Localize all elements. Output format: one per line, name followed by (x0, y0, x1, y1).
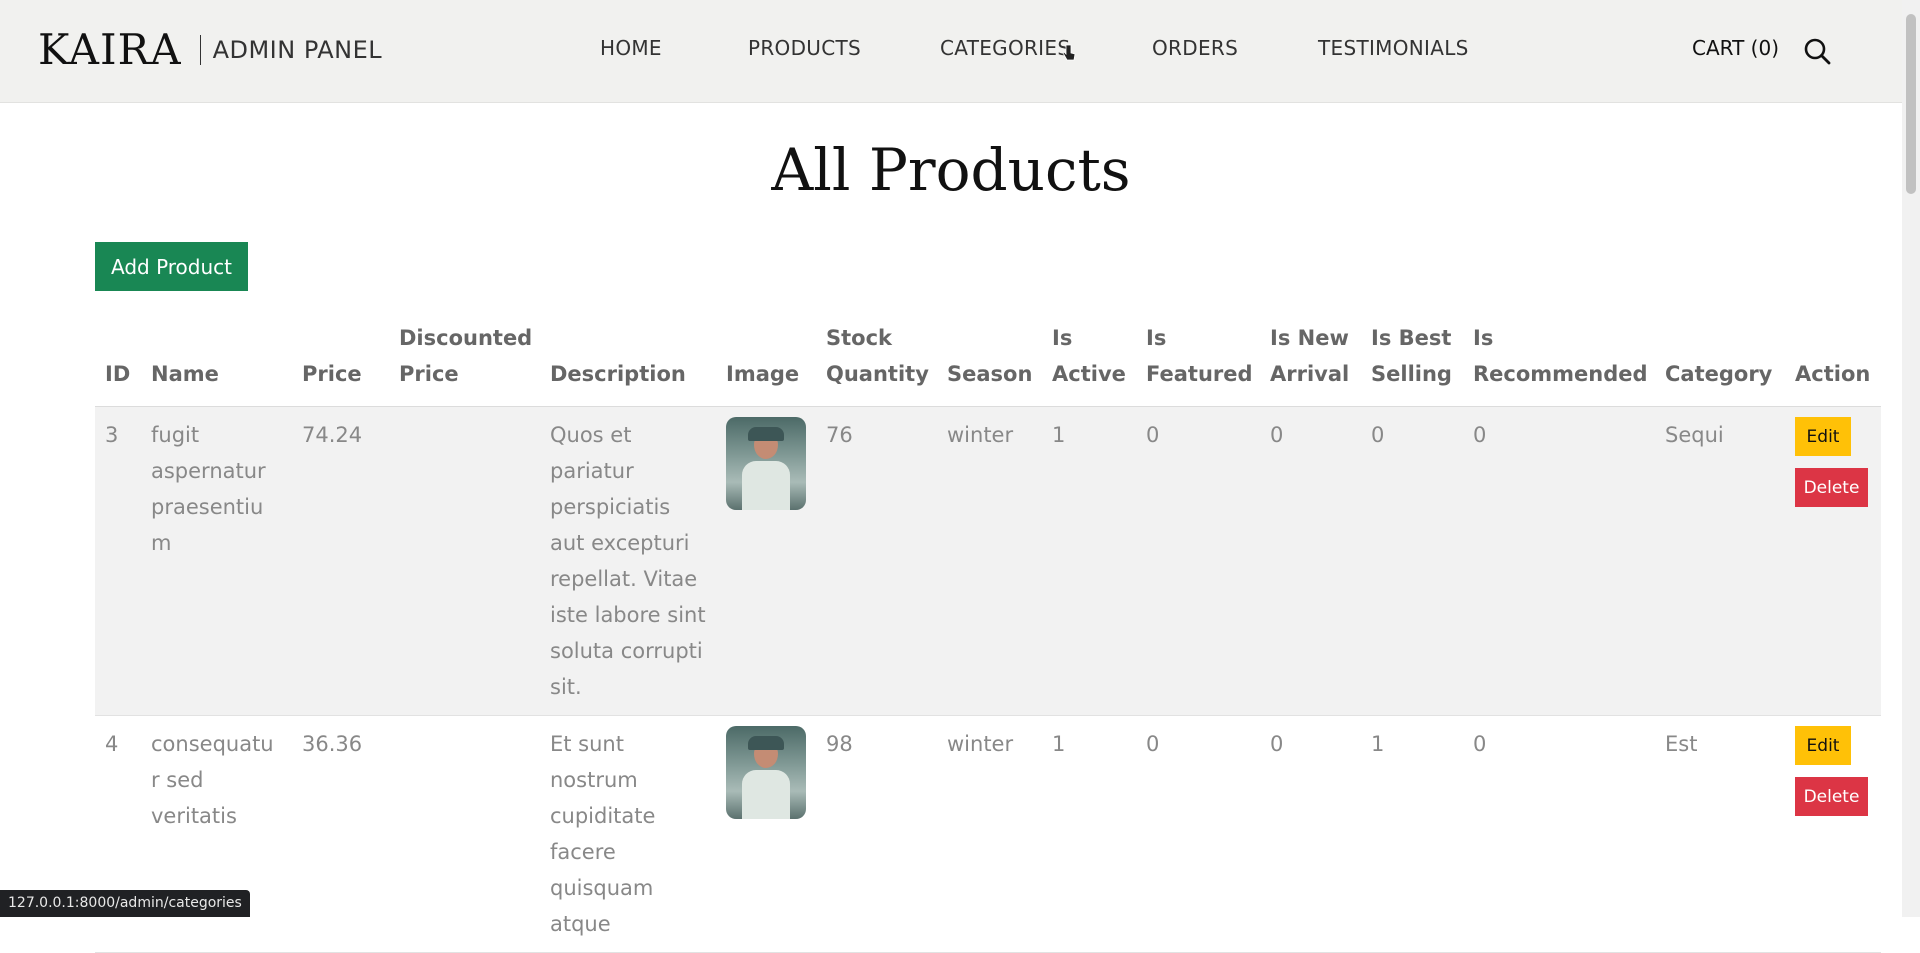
column-header: Is Recommended (1463, 320, 1655, 407)
nav-orders[interactable]: ORDERS (1152, 36, 1238, 60)
column-header: Is Best Selling (1361, 320, 1463, 407)
products-table: ID Name Price Discounted Price Descripti… (95, 320, 1881, 953)
cell-action: Edit Delete (1785, 406, 1881, 716)
delete-button[interactable]: Delete (1795, 468, 1868, 507)
cell-is-featured: 0 (1136, 406, 1260, 716)
cell-is-new-arrival: 0 (1260, 406, 1361, 716)
search-icon[interactable] (1803, 37, 1831, 65)
product-image (726, 726, 806, 819)
cell-is-active: 1 (1042, 406, 1136, 716)
cell-discounted-price (389, 406, 540, 716)
column-header: Discounted Price (389, 320, 540, 407)
column-header: Image (716, 320, 816, 407)
table-header-row: ID Name Price Discounted Price Descripti… (95, 320, 1881, 407)
column-header: Season (937, 320, 1042, 407)
nav-categories[interactable]: CATEGORIES (940, 36, 1070, 60)
column-header: Stock Quantity (816, 320, 937, 407)
column-header: Name (141, 320, 292, 407)
cell-season: winter (937, 406, 1042, 716)
cell-is-best-selling: 0 (1361, 406, 1463, 716)
page-title: All Products (771, 136, 1131, 204)
nav-testimonials[interactable]: TESTIMONIALS (1318, 36, 1469, 60)
product-image (726, 417, 806, 510)
column-header: Is Featured (1136, 320, 1260, 407)
column-header: Description (540, 320, 716, 407)
column-header: Category (1655, 320, 1785, 407)
main-nav: HOME PRODUCTS CATEGORIES ORDERS TESTIMON… (0, 36, 1902, 66)
edit-button[interactable]: Edit (1795, 726, 1851, 765)
cell-description: Quos et pariatur perspiciatis aut except… (540, 406, 716, 716)
cell-stock: 76 (816, 406, 937, 716)
edit-button[interactable]: Edit (1795, 417, 1851, 456)
column-header: Is Active (1042, 320, 1136, 407)
cell-image (716, 406, 816, 716)
column-header: ID (95, 320, 141, 407)
table-row: 3 fugit aspernatur praesentium 74.24 Quo… (95, 406, 1881, 716)
scrollbar-thumb[interactable] (1906, 14, 1916, 194)
cell-id: 3 (95, 406, 141, 716)
status-bar-url: 127.0.0.1:8000/admin/categories (0, 890, 250, 917)
vertical-scrollbar[interactable] (1902, 0, 1920, 917)
add-product-button[interactable]: Add Product (95, 242, 248, 291)
column-header: Action (1785, 320, 1881, 407)
delete-button[interactable]: Delete (1795, 777, 1868, 816)
cell-is-recommended: 0 (1463, 406, 1655, 716)
column-header: Is New Arrival (1260, 320, 1361, 407)
top-navbar: KAIRA ADMIN PANEL HOME PRODUCTS CATEGORI… (0, 0, 1902, 103)
cart-link[interactable]: CART (0) (1692, 36, 1779, 60)
hand-cursor-icon (1062, 44, 1076, 61)
nav-home[interactable]: HOME (600, 36, 662, 60)
nav-products[interactable]: PRODUCTS (748, 36, 861, 60)
cell-category: Sequi (1655, 406, 1785, 716)
cell-name: fugit aspernatur praesentium (141, 406, 292, 716)
cell-price: 74.24 (292, 406, 389, 716)
column-header: Price (292, 320, 389, 407)
